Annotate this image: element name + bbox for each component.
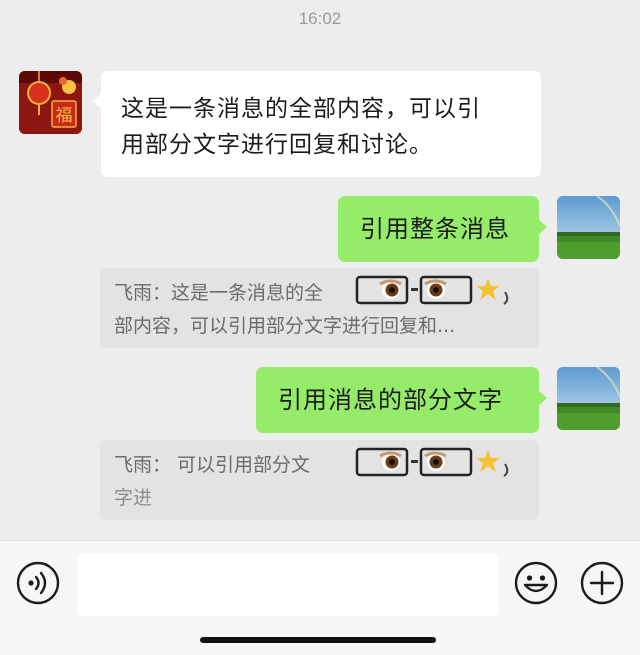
home-indicator[interactable] [200, 637, 436, 643]
message-input[interactable] [77, 553, 499, 616]
sent-message-partial-quote[interactable]: 引用消息的部分文字 [256, 367, 547, 433]
chat-input-bar [0, 540, 640, 655]
voice-icon[interactable] [16, 561, 60, 605]
received-message-line: 这是一条消息的全部内容，可以引 [121, 96, 481, 122]
quote-line: 部内容，可以引用部分文字进行回复和... [114, 315, 456, 337]
sent-message-text: 引用消息的部分文字 [278, 386, 503, 414]
quote-line: 字进 [114, 482, 174, 515]
my-avatar[interactable] [557, 367, 620, 430]
received-message[interactable]: 这是一条消息的全部内容，可以引 用部分文字进行回复和讨论。 [93, 71, 541, 177]
sender-avatar[interactable]: 福 [19, 71, 82, 134]
emoji-icon[interactable] [514, 561, 558, 605]
my-avatar[interactable] [557, 196, 620, 259]
quote-preview-partial[interactable]: 飞雨： 可以引用部分文 字进 [100, 440, 539, 520]
timestamp: 16:02 [298, 9, 342, 28]
quote-preview-full[interactable]: 飞雨：这是一条消息的全 部内容，可以引用部分文字进行回复和... [100, 268, 539, 348]
plus-icon[interactable] [580, 561, 624, 605]
peek-eyes-sticker-icon [355, 275, 509, 305]
received-message-line: 用部分文字进行回复和讨论。 [121, 132, 433, 158]
peek-eyes-sticker-icon [355, 447, 509, 477]
sent-message-text: 引用整条消息 [360, 215, 510, 243]
svg-text:福: 福 [56, 106, 73, 126]
sent-message-full-quote[interactable]: 引用整条消息 [338, 196, 547, 262]
